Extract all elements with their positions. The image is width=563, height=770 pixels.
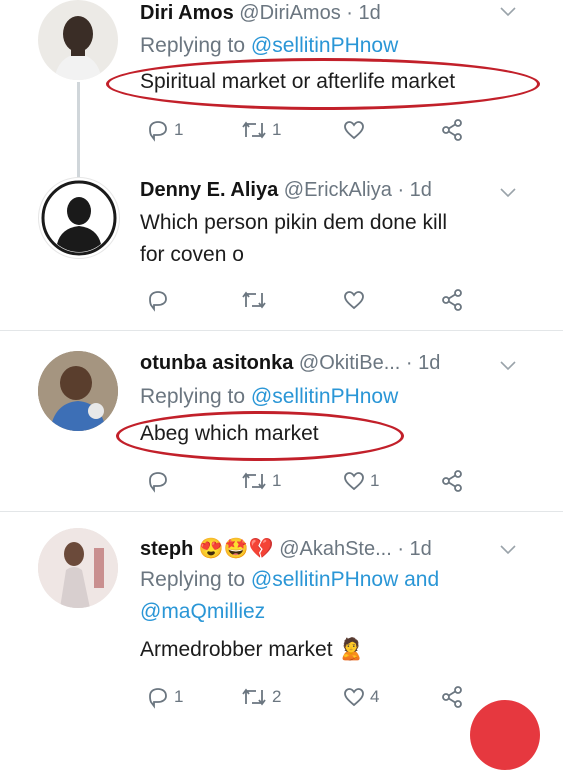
replying-to: Replying to @sellitinPHnow xyxy=(140,34,399,57)
tweet-actions: 1 1 xyxy=(140,468,470,494)
user-handle[interactable]: @AkahSte... xyxy=(279,538,392,560)
user-handle[interactable]: @DiriAmos xyxy=(239,2,340,24)
display-name[interactable]: otunba asitonka xyxy=(140,352,293,374)
text-emoji: 🙎 xyxy=(338,638,365,661)
mention-link[interactable]: @maQmilliez xyxy=(140,600,265,623)
thread-line xyxy=(77,82,80,178)
tweet-text: Armedrobber market 🙎 xyxy=(140,638,365,661)
display-name[interactable]: steph xyxy=(140,538,193,560)
reply-count: 1 xyxy=(174,120,184,139)
share-button[interactable] xyxy=(440,117,464,143)
retweet-icon xyxy=(242,121,266,139)
annotation-circle xyxy=(116,411,404,461)
reply-icon xyxy=(149,121,167,142)
tweet-header: Diri Amos @DiriAmos · 1d xyxy=(140,2,381,25)
tweet-header: steph 😍🤩💔 @AkahSte... · 1d xyxy=(140,536,432,561)
tweet-text-line-1: Which person pikin dem done kill xyxy=(140,211,447,234)
name-emojis: 😍🤩💔 xyxy=(198,538,274,560)
retweet-icon xyxy=(242,688,266,706)
retweet-count: 2 xyxy=(272,687,282,706)
share-icon xyxy=(442,686,462,708)
replying-to: Replying to @sellitinPHnow xyxy=(140,385,399,408)
retweet-icon xyxy=(242,291,266,309)
like-button[interactable] xyxy=(342,117,370,143)
avatar[interactable] xyxy=(38,0,118,80)
like-icon xyxy=(344,472,364,491)
retweet-count: 1 xyxy=(272,471,282,490)
timestamp: · 1d xyxy=(397,179,432,201)
retweet-count: 1 xyxy=(272,120,282,139)
like-icon xyxy=(344,291,364,310)
tweet-text-line-2: for coven o xyxy=(140,243,244,266)
user-handle[interactable]: @ErickAliya xyxy=(284,179,392,201)
compose-button[interactable] xyxy=(470,700,540,770)
tweet-actions: 1 2 4 xyxy=(140,684,470,710)
retweet-icon xyxy=(242,472,266,490)
reply-icon xyxy=(149,472,167,493)
chevron-down-icon[interactable] xyxy=(500,358,516,374)
like-icon xyxy=(344,688,364,707)
like-count: 4 xyxy=(370,687,380,706)
share-button[interactable] xyxy=(440,468,464,494)
like-count: 1 xyxy=(370,471,380,490)
share-icon xyxy=(442,289,462,311)
tweet-actions: 1 1 xyxy=(140,117,470,143)
user-handle[interactable]: @OkitiBe... xyxy=(299,352,400,374)
chevron-down-icon[interactable] xyxy=(500,542,516,558)
reply-button[interactable] xyxy=(146,287,174,313)
avatar[interactable] xyxy=(38,528,118,608)
retweet-button[interactable]: 1 xyxy=(240,117,281,143)
share-button[interactable] xyxy=(440,287,464,313)
mention-link[interactable]: @sellitinPHnow xyxy=(251,34,398,57)
tweet-header: Denny E. Aliya @ErickAliya · 1d xyxy=(140,179,432,202)
display-name[interactable]: Denny E. Aliya xyxy=(140,179,278,201)
timestamp: · 1d xyxy=(397,538,432,560)
retweet-button[interactable]: 1 xyxy=(240,468,281,494)
tweet-actions xyxy=(140,287,470,313)
tweet-header: otunba asitonka @OkitiBe... · 1d xyxy=(140,352,440,375)
reply-button[interactable]: 1 xyxy=(146,117,183,143)
annotation-circle xyxy=(106,58,540,110)
chevron-down-icon[interactable] xyxy=(500,4,516,20)
mention-link[interactable]: @sellitinPHnow xyxy=(251,385,398,408)
avatar[interactable] xyxy=(38,177,120,259)
reply-button[interactable]: 1 xyxy=(146,684,183,710)
like-button[interactable]: 1 xyxy=(342,468,379,494)
replying-to-line-2: @maQmilliez xyxy=(140,600,265,624)
replying-to: Replying to @sellitinPHnow and xyxy=(140,568,440,591)
tweet-otunba-asitonka[interactable]: otunba asitonka @OkitiBe... · 1d Replyin… xyxy=(0,331,563,511)
chevron-down-icon[interactable] xyxy=(500,185,516,201)
retweet-button[interactable] xyxy=(240,287,272,313)
share-button[interactable] xyxy=(440,684,464,710)
timestamp: · 1d xyxy=(346,2,381,24)
share-icon xyxy=(442,470,462,492)
avatar[interactable] xyxy=(38,351,118,431)
mention-link[interactable]: @sellitinPHnow and xyxy=(251,568,439,591)
reply-button[interactable] xyxy=(146,468,174,494)
tweet-steph[interactable]: steph 😍🤩💔 @AkahSte... · 1d Replying to @… xyxy=(0,512,563,719)
reply-count: 1 xyxy=(174,687,184,706)
timestamp: · 1d xyxy=(405,352,441,374)
like-icon xyxy=(344,121,364,140)
tweet-denny-aliya[interactable]: Denny E. Aliya @ErickAliya · 1d Which pe… xyxy=(0,165,563,330)
display-name[interactable]: Diri Amos xyxy=(140,2,234,24)
retweet-button[interactable]: 2 xyxy=(240,684,281,710)
reply-icon xyxy=(149,291,167,312)
reply-icon xyxy=(149,688,167,709)
tweet-diri-amos[interactable]: Diri Amos @DiriAmos · 1d Replying to @se… xyxy=(0,0,563,178)
like-button[interactable] xyxy=(342,287,370,313)
share-icon xyxy=(442,119,462,141)
like-button[interactable]: 4 xyxy=(342,684,379,710)
